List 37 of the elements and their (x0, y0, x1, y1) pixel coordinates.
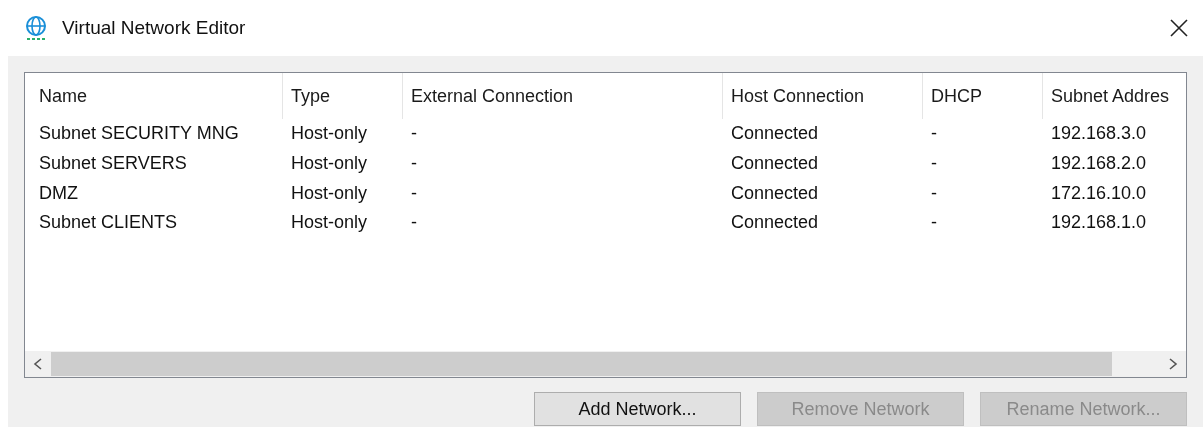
table-cell-text: Connected (730, 123, 820, 145)
table-cell-text: 192.168.1.0 (1050, 212, 1148, 234)
column-header[interactable]: Type (283, 73, 403, 119)
table-cell-text: - (410, 153, 418, 175)
column-header[interactable]: Name (31, 73, 283, 119)
column-header[interactable]: External Connection (403, 73, 723, 119)
globe-icon (24, 15, 48, 41)
column-header[interactable]: Subnet Addres (1043, 73, 1186, 119)
table-cell-text: Host-only (290, 212, 369, 234)
column-header[interactable]: Host Connection (723, 73, 923, 119)
window-title: Virtual Network Editor (62, 17, 247, 39)
scroll-left-icon[interactable] (33, 358, 43, 370)
table-cell-text: - (930, 182, 938, 204)
table-cell-text: 192.168.2.0 (1050, 153, 1148, 175)
table-cell-text: - (930, 123, 938, 145)
network-button[interactable]: Add Network... (534, 392, 741, 426)
table-cell-text: DMZ (38, 182, 79, 204)
column-header[interactable]: DHCP (923, 73, 1043, 119)
table-cell-text: Connected (730, 212, 820, 234)
table-cell-text: Subnet SERVERS (38, 153, 188, 175)
table-cell-text: Subnet SECURITY MNG (38, 123, 240, 145)
table-cell-text: - (930, 212, 938, 234)
table-cell-text: - (410, 212, 418, 234)
table-cell-text: - (410, 123, 418, 145)
scroll-right-icon[interactable] (1168, 358, 1178, 370)
table-cell-text: Host-only (290, 123, 369, 145)
table-cell-text: Host-only (290, 153, 369, 175)
table-cell-text: 192.168.3.0 (1050, 123, 1148, 145)
table-cell-text: 172.16.10.0 (1050, 182, 1148, 204)
table-cell-text: - (410, 182, 418, 204)
table-cell-text: - (930, 153, 938, 175)
table-cell-text: Connected (730, 182, 820, 204)
close-icon[interactable] (1169, 18, 1189, 38)
table-cell-text: Connected (730, 153, 820, 175)
horizontal-scrollbar[interactable] (25, 351, 1186, 377)
table-cell-text: Subnet CLIENTS (38, 212, 179, 234)
table-cell-text: Host-only (290, 182, 369, 204)
